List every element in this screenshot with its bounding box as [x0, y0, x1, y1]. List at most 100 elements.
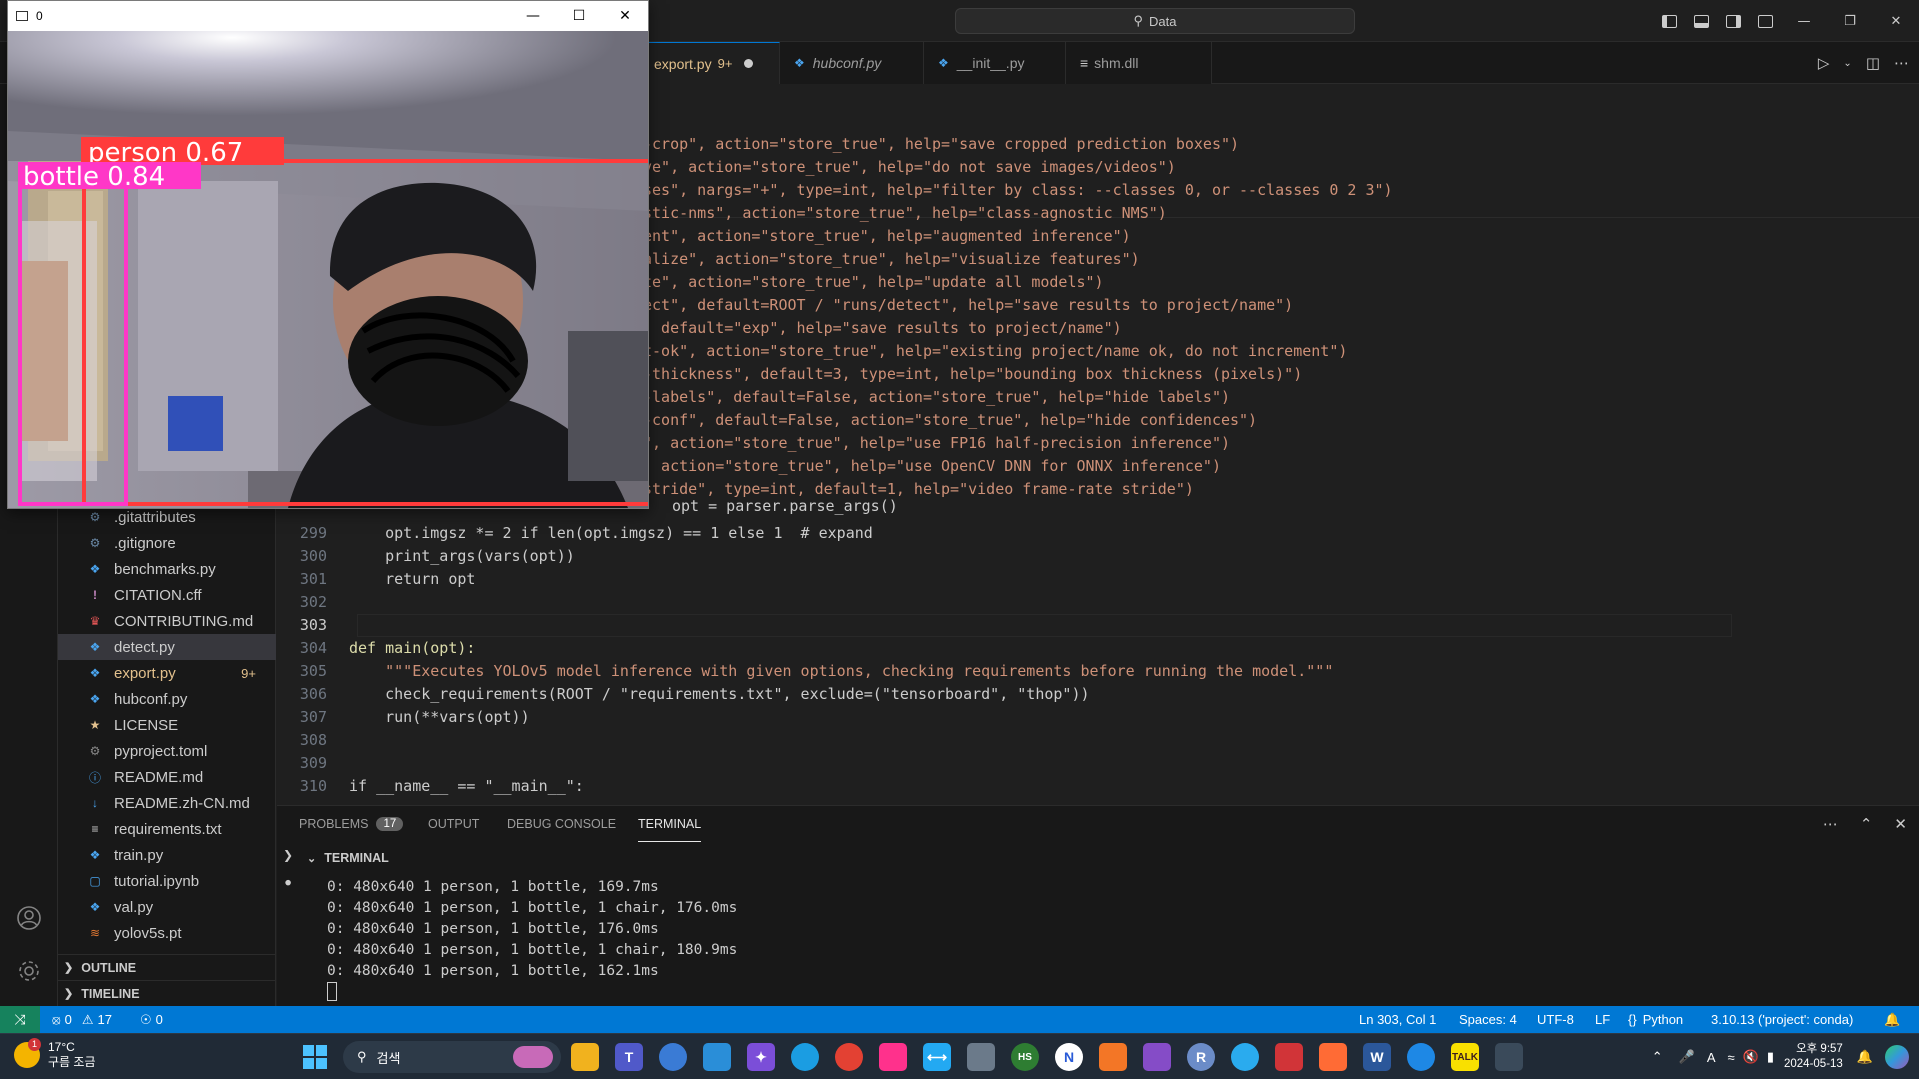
file-hubconf-py[interactable]: ❖ hubconf.py — [58, 686, 276, 712]
close-panel-icon[interactable]: ✕ — [1894, 815, 1907, 833]
edge-icon[interactable] — [791, 1043, 819, 1071]
visual-studio-icon[interactable] — [1143, 1043, 1171, 1071]
more-actions-icon[interactable]: ⋯ — [1894, 54, 1909, 72]
file-label: README.zh-CN.md — [114, 794, 250, 812]
encoding-status[interactable]: UTF-8 — [1537, 1006, 1574, 1033]
show-hidden-icons-chevron-icon[interactable]: ⌃ — [1652, 1049, 1663, 1065]
restore-window-button[interactable]: ❐ — [1827, 0, 1873, 42]
active-window-icon[interactable] — [1495, 1043, 1523, 1071]
file-readme-md[interactable]: ⓘ README.md — [58, 764, 276, 790]
postman-icon[interactable] — [1319, 1043, 1347, 1071]
maximize-panel-icon[interactable]: ⌃ — [1860, 815, 1873, 833]
wifi-icon[interactable]: ≈ — [1728, 1050, 1735, 1065]
minimize-window-button[interactable]: — — [1781, 0, 1827, 42]
code-line: 307 run(**vars(opt)) — [299, 708, 530, 726]
r-icon[interactable]: R — [1187, 1043, 1215, 1071]
outline-section-header[interactable]: ❯ OUTLINE — [58, 954, 276, 980]
terminal-section-header[interactable]: ⌄ TERMINAL — [277, 846, 1919, 870]
maximize-window-button[interactable]: ☐ — [556, 1, 602, 31]
indentation-status[interactable]: Spaces: 4 — [1459, 1006, 1517, 1033]
cursor-position[interactable]: Ln 303, Col 1 — [1359, 1006, 1436, 1033]
eol-status[interactable]: LF — [1595, 1006, 1610, 1033]
more-actions-icon[interactable]: ⋯ — [1823, 815, 1838, 833]
ime-icon[interactable]: A — [1707, 1050, 1716, 1065]
toggle-primary-sidebar-icon[interactable] — [1653, 0, 1685, 42]
weather-widget[interactable]: 1 17°C 구름 조금 — [14, 1038, 96, 1070]
anaconda-icon[interactable] — [1407, 1043, 1435, 1071]
notifications-bell-icon[interactable]: 🔔 — [1884, 1006, 1900, 1033]
file-label: .gitattributes — [114, 508, 196, 526]
chrome-alt-icon[interactable] — [659, 1043, 687, 1071]
clock[interactable]: 오후 9:57 2024-05-13 — [1784, 1042, 1843, 1072]
run-icon[interactable]: ▷ — [1818, 54, 1830, 72]
plug-icon[interactable]: ⚫ — [283, 876, 293, 890]
pen-app-icon[interactable] — [703, 1043, 731, 1071]
terminal-line: 0: 480x640 1 person, 1 bottle, 1 chair, … — [327, 942, 738, 958]
tab-debug-console[interactable]: DEBUG CONSOLE — [507, 806, 616, 842]
jupyter-icon[interactable] — [1099, 1043, 1127, 1071]
chart-app-icon[interactable] — [1275, 1043, 1303, 1071]
file-val-py[interactable]: ❖ val.py — [58, 894, 276, 920]
ports-status[interactable]: ☉ 0 — [140, 1006, 163, 1033]
toggle-panel-icon[interactable] — [1685, 0, 1717, 42]
telegram-icon[interactable] — [1231, 1043, 1259, 1071]
tab-shm-dll[interactable]: ≡ shm.dll — [1066, 42, 1212, 84]
minimize-window-button[interactable]: — — [510, 1, 556, 31]
microphone-icon[interactable]: 🎤 — [1679, 1049, 1695, 1065]
remote-indicator-icon[interactable]: ⤨ — [0, 1006, 40, 1033]
command-center[interactable]: ⚲ Data — [955, 8, 1355, 34]
file-train-py[interactable]: ❖ train.py — [58, 842, 276, 868]
file-benchmarks-py[interactable]: ❖ benchmarks.py — [58, 556, 276, 582]
split-editor-icon[interactable]: ◫ — [1866, 54, 1880, 72]
file-contributing-md[interactable]: ♛ CONTRIBUTING.md — [58, 608, 276, 634]
taskbar-search[interactable]: ⚲ 검색 — [343, 1041, 561, 1073]
file-tutorial-ipynb[interactable]: ▢ tutorial.ipynb — [58, 868, 276, 894]
notion-icon[interactable]: N — [1055, 1043, 1083, 1071]
close-window-button[interactable]: ✕ — [1873, 0, 1919, 42]
jetbrains-icon[interactable] — [879, 1043, 907, 1071]
detection-window[interactable]: 0 — ☐ ✕ person 0.67 bottle 0.84 — [7, 0, 649, 509]
close-window-button[interactable]: ✕ — [602, 1, 648, 31]
language-mode[interactable]: {} Python — [1628, 1006, 1683, 1033]
teams-icon[interactable]: T — [615, 1043, 643, 1071]
chrome-icon[interactable] — [835, 1043, 863, 1071]
timeline-section-header[interactable]: ❯ TIMELINE — [58, 980, 276, 1006]
file-license[interactable]: ★ LICENSE — [58, 712, 276, 738]
kakaotalk-icon[interactable]: TALK — [1451, 1043, 1479, 1071]
tab-problems[interactable]: PROBLEMS 17 — [299, 806, 404, 842]
file-export-py[interactable]: ❖ export.py 9+ — [58, 660, 276, 686]
start-button[interactable] — [303, 1045, 327, 1069]
file-pyproject-toml[interactable]: ⚙ pyproject.toml — [58, 738, 276, 764]
app-icon[interactable] — [967, 1043, 995, 1071]
tab-hubconf-py[interactable]: ❖ hubconf.py — [780, 42, 924, 84]
file-detect-py[interactable]: ❖ detect.py — [58, 634, 276, 660]
battery-icon[interactable]: ▮ — [1767, 1049, 1774, 1065]
word-icon[interactable]: W — [1363, 1043, 1391, 1071]
python-interpreter[interactable]: 3.10.13 ('project': conda) — [1711, 1006, 1853, 1033]
file-citation-cff[interactable]: ! CITATION.cff — [58, 582, 276, 608]
file-gitignore[interactable]: ⚙ .gitignore — [58, 530, 276, 556]
speaker-muted-icon[interactable]: 🔇 — [1743, 1049, 1759, 1065]
file-explorer-icon[interactable] — [571, 1043, 599, 1071]
manage-gear-icon[interactable] — [15, 957, 43, 985]
copilot-icon[interactable]: ✦ — [747, 1043, 775, 1071]
accounts-icon[interactable] — [15, 904, 43, 932]
file-readme-zh-cn-md[interactable]: ↓ README.zh-CN.md — [58, 790, 276, 816]
vscode-icon[interactable]: ⟷ — [923, 1043, 951, 1071]
unsaved-dot-icon[interactable] — [744, 59, 754, 68]
problems-status[interactable]: ⦻ 0 ⚠ 17 — [52, 1006, 112, 1033]
notification-bell-icon[interactable]: 🔔 — [1857, 1049, 1873, 1065]
chevron-down-icon[interactable]: ⌄ — [1843, 58, 1851, 69]
tab-output[interactable]: OUTPUT — [428, 806, 479, 842]
tab-export-py[interactable]: export.py 9+ — [640, 42, 780, 84]
tab-init-py[interactable]: ❖ __init__.py — [924, 42, 1066, 84]
toggle-secondary-sidebar-icon[interactable] — [1717, 0, 1749, 42]
copilot-tray-icon[interactable] — [1885, 1045, 1909, 1069]
file-yolov5s-pt[interactable]: ≋ yolov5s.pt — [58, 920, 276, 946]
file-requirements-txt[interactable]: ≡ requirements.txt — [58, 816, 276, 842]
tab-terminal[interactable]: TERMINAL — [638, 806, 702, 842]
customize-layout-icon[interactable] — [1749, 0, 1781, 42]
terminal-cursor[interactable] — [327, 982, 337, 1001]
hs-app-icon[interactable]: HS — [1011, 1043, 1039, 1071]
section-label: OUTLINE — [81, 960, 137, 975]
